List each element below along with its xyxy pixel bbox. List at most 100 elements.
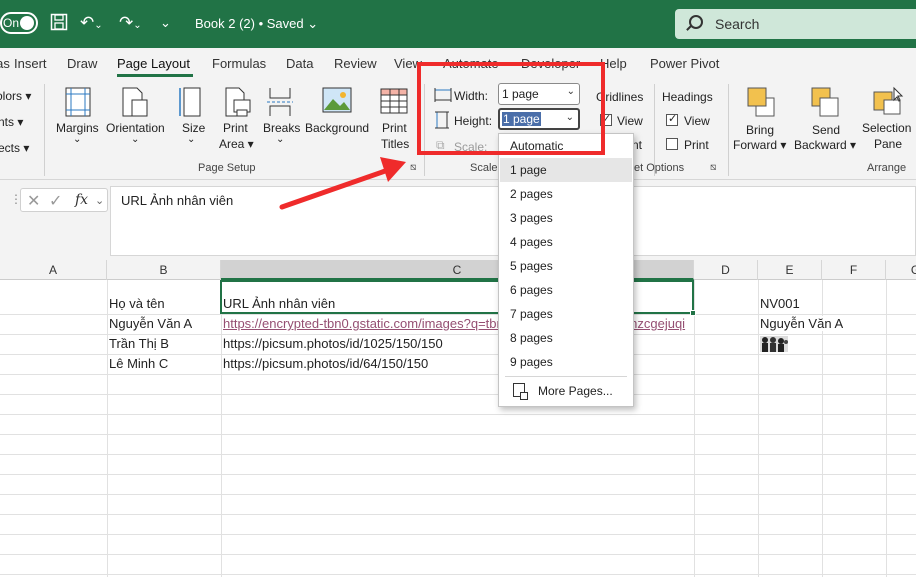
selection-pane-label: Selection [862,121,912,135]
tab-data[interactable]: Data [286,56,313,71]
tab-draw[interactable]: Draw [67,56,97,71]
headings-label: Headings [662,90,713,104]
cell-e2[interactable]: Nguyễn Văn A [760,316,844,331]
tab-page-layout[interactable]: Page Layout [117,56,190,71]
formula-bar: ⋮ ✕ ✓ fx ⌄ URL Ảnh nhân viên [0,180,916,260]
row-line [0,314,916,315]
menu-item-3-pages[interactable]: 3 pages [500,206,632,230]
sheet-options-dialog-launcher-icon[interactable]: ⧅ [710,162,716,173]
tab-power-pivot[interactable]: Power Pivot [650,56,719,71]
column-header-g[interactable]: G [886,260,916,280]
customize-toolbar-icon[interactable]: ⌄ [160,13,171,33]
row-line [0,394,916,395]
row-line [0,574,916,575]
undo-icon[interactable]: ↶⌄ [80,13,103,36]
print-area-icon [225,87,251,117]
headings-view-label: View [684,114,710,128]
orientation-label: Orientation [106,121,165,135]
menu-item-9-pages[interactable]: 9 pages [500,350,632,374]
tab-formulas-cut[interactable]: ulas [0,56,10,71]
row-line [0,354,916,355]
headings-view-checkbox[interactable] [666,112,678,126]
column-header-e[interactable]: E [758,260,822,280]
insert-function-icon[interactable]: fx [75,192,88,208]
search-box[interactable]: Search [675,9,916,39]
menu-item-1-page[interactable]: 1 page [500,158,632,182]
scale-group-label: Scale [470,162,498,174]
title-bar: On ↶⌄ ↷⌄ ⌄ Book 2 (2) • Saved ⌄ Search [0,0,916,48]
row-line [0,534,916,535]
send-backward-icon [811,87,839,117]
chevron-down-icon[interactable]: ⌄ [95,194,104,207]
menu-item-2-pages[interactable]: 2 pages [500,182,632,206]
breaks-label: Breaks [263,121,301,135]
arrange-group-label: Arrange [867,162,907,174]
cell-b4[interactable]: Lê Minh C [109,356,168,371]
autosave-toggle[interactable]: On [0,12,38,34]
page-setup-dialog-launcher-icon[interactable]: ⧅ [410,162,416,173]
selection-pane-label-2: Pane [874,137,903,151]
breaks-icon [267,88,293,116]
employee-photo-image[interactable] [760,336,788,352]
tab-insert[interactable]: Insert [14,56,47,71]
save-icon[interactable] [50,13,68,36]
menu-item-more-pages[interactable]: More Pages... [500,379,632,403]
column-header-b[interactable]: B [107,260,221,280]
formula-buttons: ✕ ✓ fx ⌄ [20,188,108,212]
tab-formulas[interactable]: Formulas [212,56,266,71]
column-header-d[interactable]: D [694,260,758,280]
cell-b1[interactable]: Họ và tên [109,296,165,311]
send-backward-label: Send [812,123,841,137]
send-backward-label-2: Backward ▾ [794,138,857,152]
cell-c4[interactable]: https://picsum.photos/id/64/150/150 [223,356,428,371]
cell-b3[interactable]: Trần Thị B [109,336,169,351]
cancel-icon[interactable]: ✕ [27,191,40,211]
headings-print-label: Print [684,138,709,152]
cell-e1[interactable]: NV001 [760,296,800,311]
menu-item-8-pages[interactable]: 8 pages [500,326,632,350]
cell-c2-link[interactable]: https://encrypted-tbn0.gstatic.com/image… [223,316,758,331]
annotation-highlight-box [417,62,605,155]
redo-icon[interactable]: ↷⌄ [119,13,142,36]
tab-review[interactable]: Review [334,56,377,71]
column-header-f[interactable]: F [822,260,886,280]
size-label: Size [182,121,206,135]
effects-dropdown[interactable]: ects ▾ [0,141,29,155]
bring-forward-label: Bring [746,123,775,137]
search-icon [689,15,703,29]
autosave-label: On [3,16,20,30]
row-line [0,474,916,475]
document-title[interactable]: Book 2 (2) • Saved ⌄ [195,16,318,32]
chevron-down-icon: ⌄ [187,134,196,145]
row-line [0,434,916,435]
column-header-a[interactable]: A [0,260,107,280]
menu-item-5-pages[interactable]: 5 pages [500,254,632,278]
size-icon [179,87,201,117]
headings-print-checkbox[interactable] [666,138,678,150]
background-label: Background [305,121,370,135]
chevron-down-icon: ⌄ [73,134,82,145]
menu-item-4-pages[interactable]: 4 pages [500,230,632,254]
fill-handle[interactable] [690,310,696,316]
orientation-icon [122,87,148,117]
row-line [0,334,916,335]
print-titles-label: Print [382,121,407,135]
menu-separator [505,376,627,377]
column-headers: A B C D E F G [0,260,916,280]
page-setup-group-label: Page Setup [198,162,256,174]
menu-item-7-pages[interactable]: 7 pages [500,302,632,326]
gridlines-view-label: View [617,114,643,128]
menu-item-6-pages[interactable]: 6 pages [500,278,632,302]
fonts-dropdown[interactable]: nts ▾ [0,115,23,129]
margins-label: Margins [56,121,99,135]
colors-dropdown[interactable]: olors ▾ [0,89,31,103]
print-titles-icon [380,88,408,114]
row-line [0,554,916,555]
ribbon-separator [44,84,45,176]
cell-c3[interactable]: https://picsum.photos/id/1025/150/150 [223,336,443,351]
cell-b2[interactable]: Nguyễn Văn A [109,316,192,331]
row-line [0,514,916,515]
worksheet-grid[interactable]: Họ và tên URL Ảnh nhân viên NV001 Nguyễn… [0,280,916,577]
enter-icon[interactable]: ✓ [49,191,62,211]
ribbon-separator [728,84,729,176]
